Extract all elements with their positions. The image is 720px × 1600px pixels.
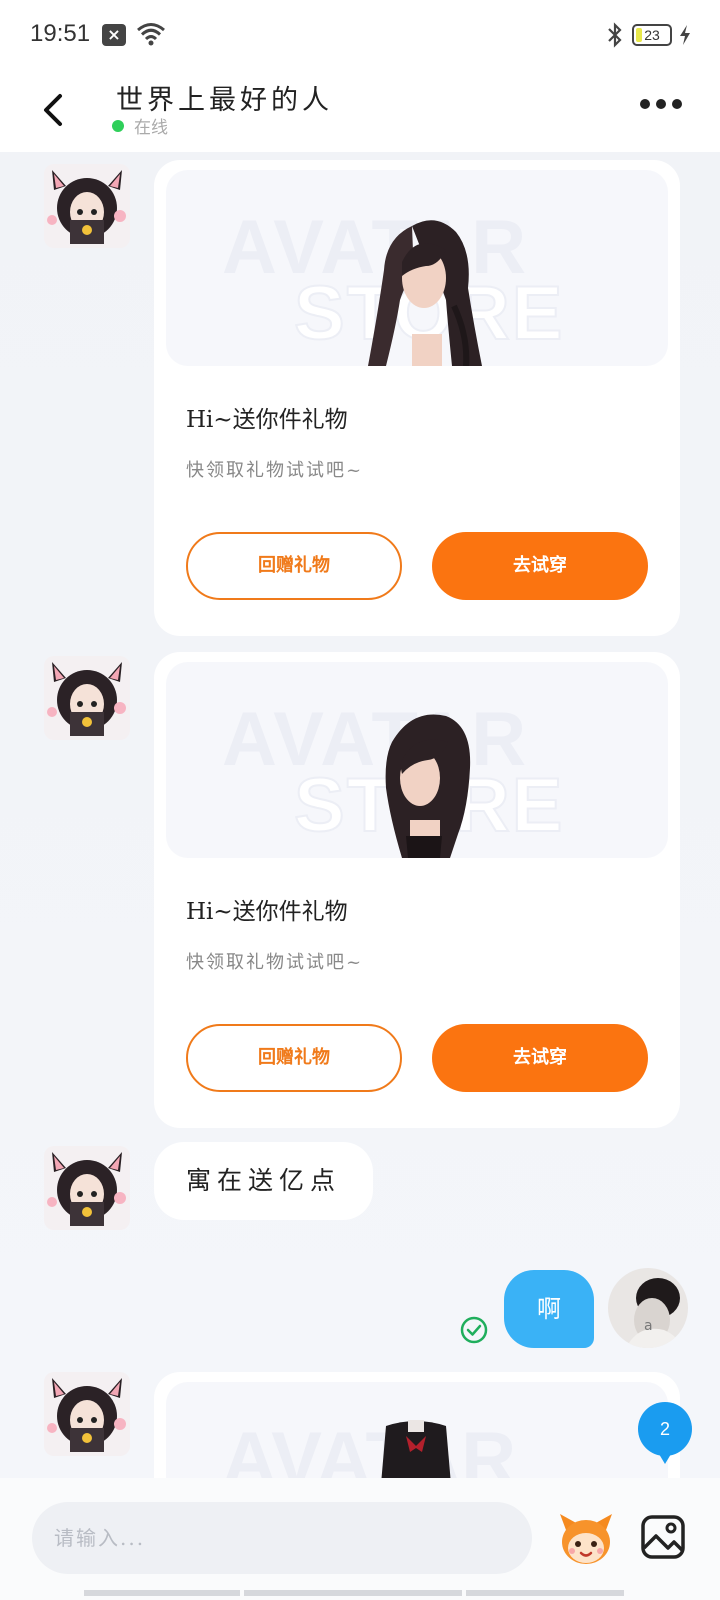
- battery-fill: [636, 28, 642, 42]
- dot: [640, 99, 650, 109]
- home-indicator: [466, 1590, 624, 1596]
- friend-avatar[interactable]: [40, 160, 134, 252]
- dot: [656, 99, 666, 109]
- notification-x-icon: ×: [102, 24, 126, 46]
- gift-hairstyle-image: [368, 220, 482, 366]
- return-gift-button[interactable]: 回赠礼物: [186, 1024, 402, 1092]
- back-arrow-icon[interactable]: [36, 82, 76, 138]
- gift-card: AVATAR STORE Hi~送你件礼物 快领取礼物试试吧~ 回赠礼物 去试穿: [154, 652, 680, 1128]
- outgoing-text-bubble[interactable]: 啊: [504, 1270, 594, 1348]
- dot: [672, 99, 682, 109]
- wifi-icon: [137, 23, 165, 46]
- input-bar: [0, 1478, 720, 1600]
- incoming-text-bubble[interactable]: 寓在送亿点: [154, 1142, 374, 1220]
- home-indicator: [244, 1590, 462, 1596]
- gift-title: Hi~送你件礼物: [186, 899, 348, 925]
- status-time: 19:51: [30, 20, 91, 47]
- battery-icon: 23: [632, 24, 672, 46]
- svg-text:a: a: [644, 1318, 653, 1334]
- chat-header: 世界上最好的人 在线: [0, 72, 720, 152]
- battery-level: 23: [644, 27, 660, 43]
- chat-message-list[interactable]: AVATAR STORE Hi~送你件礼物 快领取礼物试试吧~ 回赠礼物 去试穿: [0, 152, 720, 1478]
- charging-bolt-icon: [680, 25, 690, 45]
- return-gift-button[interactable]: 回赠礼物: [186, 532, 402, 600]
- online-status-dot: [112, 120, 124, 132]
- gift-title: Hi~送你件礼物: [186, 407, 348, 433]
- home-indicator: [84, 1590, 240, 1596]
- gift-banner[interactable]: AVATAR: [166, 1382, 668, 1478]
- gift-subtitle: 快领取礼物试试吧~: [186, 460, 364, 481]
- gift-hairstyle-image: [385, 714, 471, 858]
- self-avatar[interactable]: a: [608, 1268, 688, 1348]
- image-picker-icon[interactable]: [640, 1514, 686, 1560]
- gift-banner[interactable]: AVATAR STORE: [166, 662, 668, 858]
- status-bar: 19:51 × 23: [0, 0, 720, 72]
- gift-subtitle: 快领取礼物试试吧~: [186, 952, 364, 973]
- gift-banner[interactable]: AVATAR STORE: [166, 170, 668, 366]
- gift-card: AVATAR STORE Hi~送你件礼物 快领取礼物试试吧~ 回赠礼物 去试穿: [154, 160, 680, 636]
- friend-avatar[interactable]: [40, 1142, 134, 1234]
- bluetooth-icon: [608, 22, 622, 48]
- emoji-mascot-icon[interactable]: [556, 1508, 616, 1568]
- read-check-icon: [460, 1316, 488, 1344]
- try-on-button[interactable]: 去试穿: [432, 1024, 648, 1092]
- unread-count-badge[interactable]: 2: [638, 1402, 692, 1464]
- friend-avatar[interactable]: [40, 1368, 134, 1460]
- gift-card: AVATAR: [154, 1372, 680, 1478]
- more-dots-icon[interactable]: [640, 92, 682, 116]
- online-status-text: 在线: [134, 118, 168, 138]
- message-input[interactable]: [32, 1502, 532, 1574]
- friend-avatar[interactable]: [40, 652, 134, 744]
- chat-title: 世界上最好的人: [116, 85, 333, 116]
- try-on-button[interactable]: 去试穿: [432, 532, 648, 600]
- gift-outfit-image: [381, 1420, 451, 1478]
